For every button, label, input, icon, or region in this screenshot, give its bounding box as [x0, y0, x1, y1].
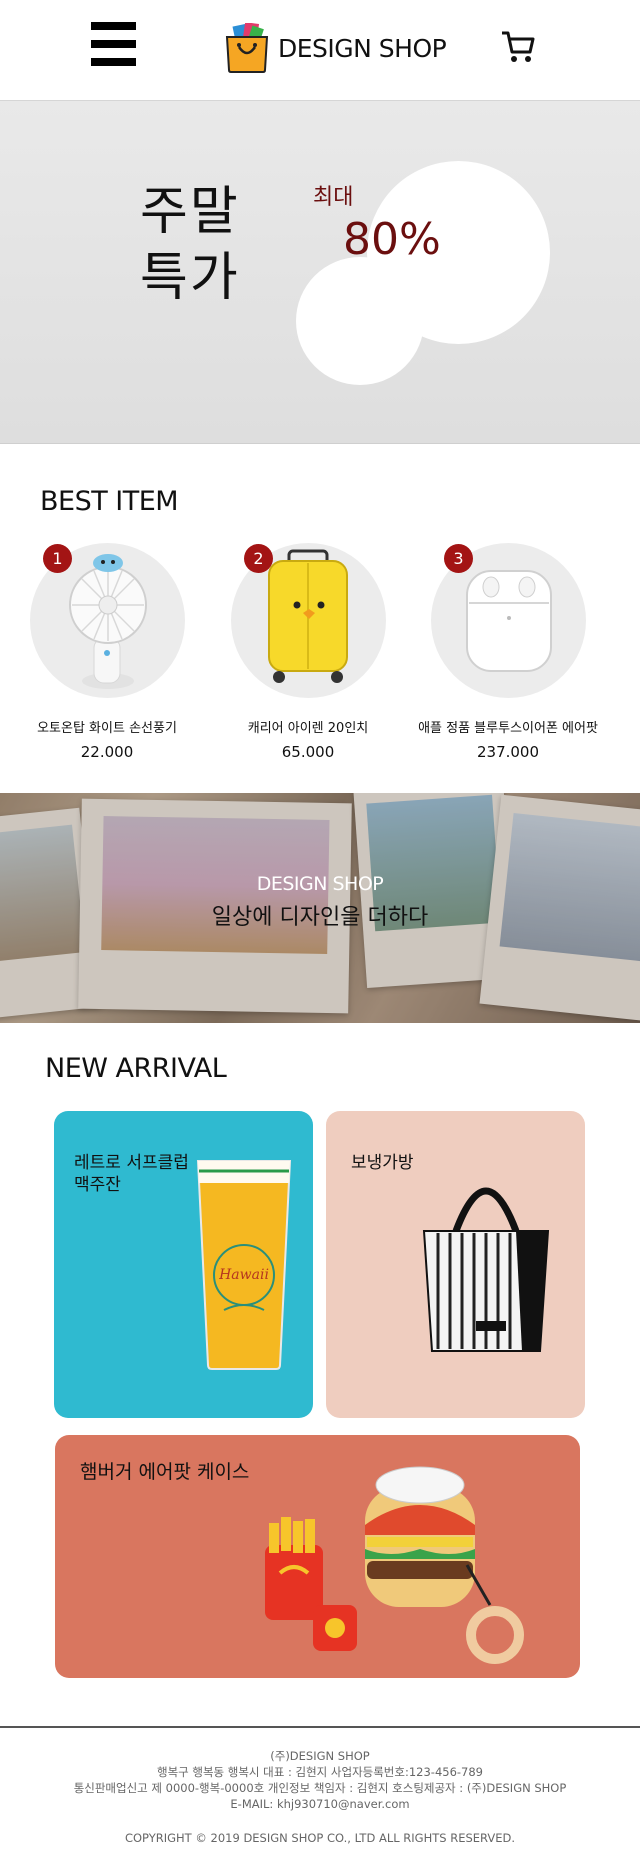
product-tile-hamburger-airpods-case[interactable]: 햄버거 에어팟 케이스: [55, 1435, 580, 1678]
product-label: 레트로 서프클럽 맥주잔: [74, 1152, 189, 1196]
best-item-card[interactable]: 2 캐리어 아이렌 20인치 65.000: [231, 543, 431, 761]
beer-glass-image: Hawaii: [196, 1160, 292, 1370]
footer-email[interactable]: E-MAIL: khj930710@naver.com: [0, 1796, 640, 1812]
footer-copyright: COPYRIGHT © 2019 DESIGN SHOP CO., LTD AL…: [124, 1831, 516, 1845]
product-price: 65.000: [281, 743, 335, 761]
rank-badge: 3: [444, 544, 473, 573]
product-price: 22.000: [80, 743, 134, 761]
brand-name: DESIGN SHOP: [278, 33, 447, 63]
product-name[interactable]: 애플 정품 블루투스이어폰 에어팟: [413, 717, 603, 736]
product-price: 237.000: [476, 743, 540, 761]
shopping-cart-icon[interactable]: [500, 30, 536, 64]
best-item-card[interactable]: 1 오토온탑 화이트 손선풍기 22.000: [30, 543, 230, 761]
decorative-circle-small: [296, 257, 424, 385]
weekend-sale-banner[interactable]: 주말 특가 최대 80%: [0, 101, 640, 444]
product-label-line2: 맥주잔: [74, 1175, 121, 1195]
cooler-bag-image: [422, 1187, 550, 1352]
best-item-card[interactable]: 3 애플 정품 블루투스이어폰 에어팟 237.000: [418, 543, 631, 761]
discount-percent: 80%: [343, 214, 441, 265]
footer-company: (주)DESIGN SHOP: [270, 1749, 370, 1763]
footer-license: 통신판매업신고 제 0000-행복-0000호 개인정보 책임자 : 김현지 호…: [73, 1781, 567, 1795]
site-footer: (주)DESIGN SHOP 행복구 행복동 행복시 대표 : 김현지 사업자등…: [0, 1726, 640, 1869]
hamburger-menu-icon[interactable]: [91, 22, 136, 66]
product-tile-cooler-bag[interactable]: 보냉가방: [326, 1111, 585, 1418]
new-arrival-title: NEW ARRIVAL: [45, 1053, 227, 1084]
hero-title-line1: 주말: [140, 182, 240, 242]
svg-text:Hawaii: Hawaii: [218, 1267, 269, 1283]
product-name[interactable]: 오토온탑 화이트 손선풍기: [12, 717, 202, 736]
brand-photo-banner[interactable]: DESIGN SHOP 일상에 디자인을 더하다: [0, 793, 640, 1023]
new-arrival-section: NEW ARRIVAL 레트로 서프클럽 맥주잔 Hawaii 보냉가방 햄버거…: [0, 1023, 640, 1726]
product-label: 보냉가방: [351, 1153, 414, 1173]
discount-upto-label: 최대: [313, 185, 354, 210]
hero-title: 주말 특가: [140, 179, 240, 311]
product-label-line1: 레트로 서프클럽: [74, 1153, 189, 1173]
product-label: 햄버거 에어팟 케이스: [80, 1461, 250, 1483]
product-name[interactable]: 캐리어 아이렌 20인치: [213, 717, 403, 736]
shopping-bag-logo-icon: [224, 22, 270, 73]
best-item-section: BEST ITEM 1 오토온탑 화이트 손선풍기 22.000 2 캐리어 아…: [0, 444, 640, 793]
banner-tagline: 일상에 디자인을 더하다: [211, 905, 429, 930]
hero-title-line2: 특가: [140, 248, 240, 308]
site-logo[interactable]: DESIGN SHOP: [224, 20, 447, 76]
best-item-title: BEST ITEM: [40, 486, 179, 517]
rank-badge: 1: [43, 544, 72, 573]
product-tile-beer-glass[interactable]: 레트로 서프클럽 맥주잔 Hawaii: [54, 1111, 313, 1418]
site-header: DESIGN SHOP: [0, 0, 640, 101]
footer-address: 행복구 행복동 행복시 대표 : 김현지 사업자등록번호:123-456-789: [156, 1765, 483, 1779]
banner-brand: DESIGN SHOP: [256, 873, 384, 895]
hamburger-airpods-case-image: [265, 1466, 524, 1664]
rank-badge: 2: [244, 544, 273, 573]
